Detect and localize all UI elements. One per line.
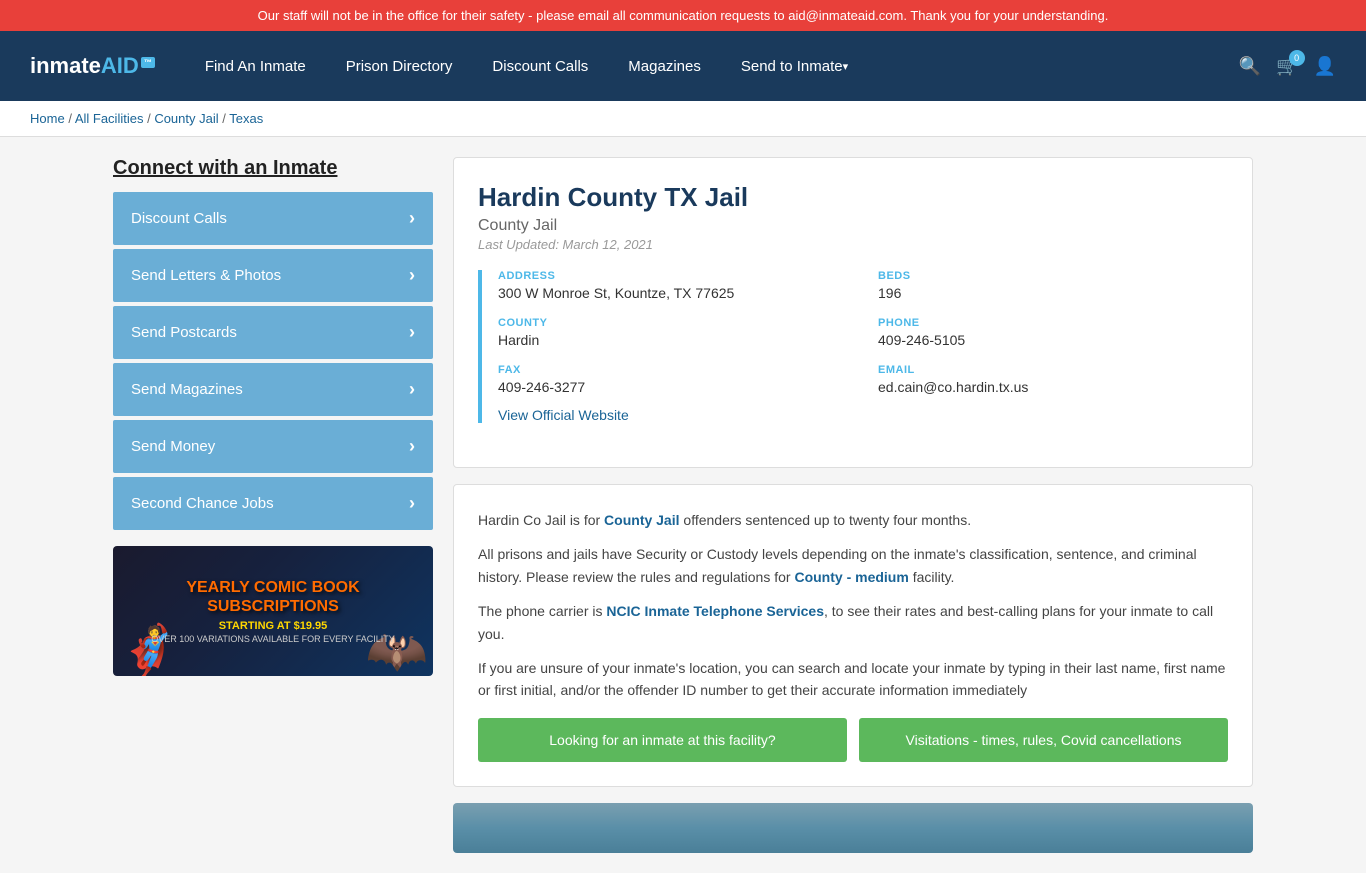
desc-para2: All prisons and jails have Security or C… (478, 543, 1228, 588)
facility-type: County Jail (478, 217, 1228, 235)
fax-block: FAX 409-246-3277 (498, 364, 848, 395)
arrow-icon: › (409, 208, 415, 229)
nav-prison-directory[interactable]: Prison Directory (326, 31, 473, 101)
arrow-icon: › (409, 493, 415, 514)
alert-text: Our staff will not be in the office for … (258, 8, 1109, 23)
sidebar-title: Connect with an Inmate (113, 157, 433, 180)
action-buttons: Looking for an inmate at this facility? … (478, 718, 1228, 762)
desc-para4: If you are unsure of your inmate's locat… (478, 657, 1228, 702)
sidebar-btn-discount-calls[interactable]: Discount Calls › (113, 192, 433, 245)
logo-aid: AID (101, 53, 139, 78)
county-medium-link[interactable]: County - medium (794, 569, 908, 585)
address-value: 300 W Monroe St, Kountze, TX 77625 (498, 285, 848, 301)
cart-icon[interactable]: 🛒 0 (1276, 56, 1298, 77)
ad-title: YEARLY COMIC BOOKSUBSCRIPTIONS (151, 578, 395, 616)
user-icon[interactable]: 👤 (1314, 56, 1336, 77)
beds-block: BEDS 196 (878, 270, 1228, 301)
phone-label: PHONE (878, 317, 1228, 329)
official-website-link[interactable]: View Official Website (498, 407, 629, 423)
facility-image-strip (453, 803, 1253, 853)
ad-content: YEARLY COMIC BOOKSUBSCRIPTIONS STARTING … (141, 568, 405, 654)
ad-starting: STARTING AT $19.95 (151, 620, 395, 632)
image-strip-inner (453, 803, 1253, 853)
phone-value: 409-246-5105 (878, 332, 1228, 348)
search-icon[interactable]: 🔍 (1239, 56, 1261, 77)
logo[interactable]: inmateAID™ (30, 53, 155, 79)
main-nav: Find An Inmate Prison Directory Discount… (185, 31, 1239, 101)
facility-updated: Last Updated: March 12, 2021 (478, 237, 1228, 252)
main-content: Hardin County TX Jail County Jail Last U… (453, 157, 1253, 853)
description-card: Hardin Co Jail is for County Jail offend… (453, 484, 1253, 787)
breadcrumb-county-jail[interactable]: County Jail (154, 111, 218, 126)
ad-note: OVER 100 VARIATIONS AVAILABLE FOR EVERY … (151, 634, 395, 644)
sidebar: Connect with an Inmate Discount Calls › … (113, 157, 433, 853)
facility-details: ADDRESS 300 W Monroe St, Kountze, TX 776… (478, 270, 1228, 423)
nav-discount-calls[interactable]: Discount Calls (472, 31, 608, 101)
arrow-icon: › (409, 379, 415, 400)
cart-badge: 0 (1289, 50, 1305, 66)
logo-badge: ™ (141, 57, 155, 68)
county-label: COUNTY (498, 317, 848, 329)
header: inmateAID™ Find An Inmate Prison Directo… (0, 31, 1366, 101)
looking-for-inmate-button[interactable]: Looking for an inmate at this facility? (478, 718, 847, 762)
sidebar-btn-send-money[interactable]: Send Money › (113, 420, 433, 473)
sidebar-btn-jobs[interactable]: Second Chance Jobs › (113, 477, 433, 530)
breadcrumb-texas[interactable]: Texas (229, 111, 263, 126)
visitations-button[interactable]: Visitations - times, rules, Covid cancel… (859, 718, 1228, 762)
ad-banner[interactable]: 🦸 YEARLY COMIC BOOKSUBSCRIPTIONS STARTIN… (113, 546, 433, 676)
fax-label: FAX (498, 364, 848, 376)
beds-value: 196 (878, 285, 1228, 301)
email-label: EMAIL (878, 364, 1228, 376)
nav-magazines[interactable]: Magazines (608, 31, 721, 101)
nav-find-inmate[interactable]: Find An Inmate (185, 31, 326, 101)
sidebar-btn-postcards[interactable]: Send Postcards › (113, 306, 433, 359)
fax-value: 409-246-3277 (498, 379, 848, 395)
breadcrumb-home[interactable]: Home (30, 111, 65, 126)
beds-label: BEDS (878, 270, 1228, 282)
facility-card: Hardin County TX Jail County Jail Last U… (453, 157, 1253, 468)
arrow-icon: › (409, 436, 415, 457)
county-jail-link[interactable]: County Jail (604, 512, 679, 528)
facility-name: Hardin County TX Jail (478, 182, 1228, 213)
breadcrumb: Home / All Facilities / County Jail / Te… (0, 101, 1366, 137)
email-block: EMAIL ed.cain@co.hardin.tx.us (878, 364, 1228, 395)
sidebar-btn-magazines[interactable]: Send Magazines › (113, 363, 433, 416)
address-block: ADDRESS 300 W Monroe St, Kountze, TX 776… (498, 270, 848, 301)
email-value: ed.cain@co.hardin.tx.us (878, 379, 1228, 395)
arrow-icon: › (409, 265, 415, 286)
arrow-icon: › (409, 322, 415, 343)
nav-icons: 🔍 🛒 0 👤 (1239, 56, 1336, 77)
alert-bar: Our staff will not be in the office for … (0, 0, 1366, 31)
desc-para3: The phone carrier is NCIC Inmate Telepho… (478, 600, 1228, 645)
ncic-link[interactable]: NCIC Inmate Telephone Services (606, 603, 824, 619)
county-block: COUNTY Hardin (498, 317, 848, 348)
main-container: Connect with an Inmate Discount Calls › … (83, 137, 1283, 873)
logo-inmate: inmate (30, 53, 101, 78)
sidebar-btn-letters[interactable]: Send Letters & Photos › (113, 249, 433, 302)
address-label: ADDRESS (498, 270, 848, 282)
county-value: Hardin (498, 332, 848, 348)
phone-block: PHONE 409-246-5105 (878, 317, 1228, 348)
breadcrumb-all-facilities[interactable]: All Facilities (75, 111, 144, 126)
nav-send-to-inmate[interactable]: Send to Inmate (721, 31, 868, 101)
info-grid: ADDRESS 300 W Monroe St, Kountze, TX 776… (498, 270, 1228, 395)
desc-para1: Hardin Co Jail is for County Jail offend… (478, 509, 1228, 531)
